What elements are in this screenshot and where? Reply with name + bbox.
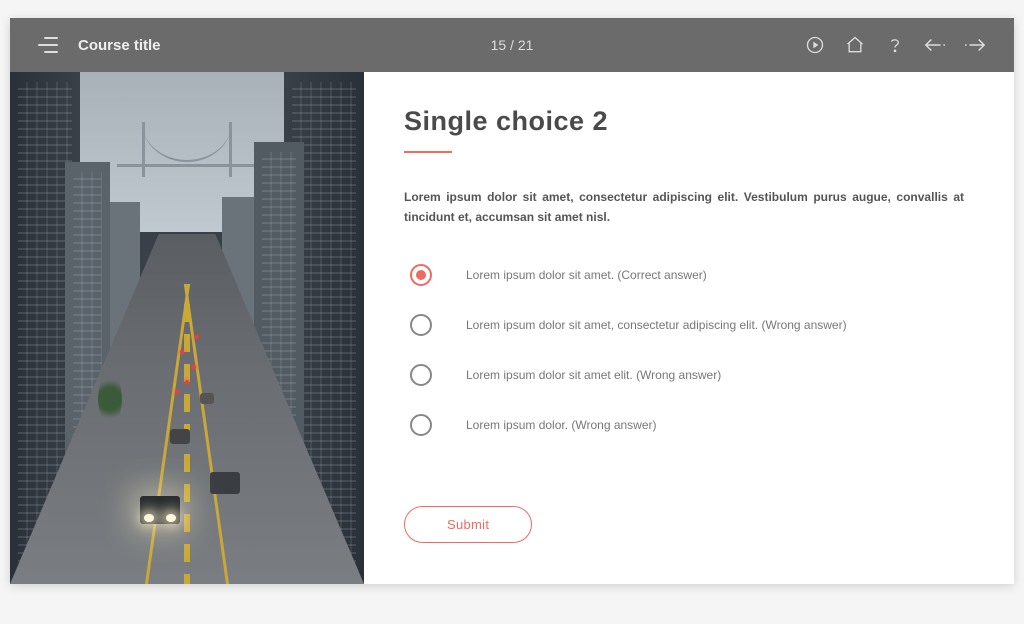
course-player: Course title 15 / 21 (10, 18, 1014, 584)
radio-icon (410, 264, 432, 286)
option-label: Lorem ipsum dolor. (Wrong answer) (466, 418, 657, 432)
option-1[interactable]: Lorem ipsum dolor sit amet. (Correct ans… (410, 264, 964, 286)
option-label: Lorem ipsum dolor sit amet. (Correct ans… (466, 268, 707, 282)
radio-icon (410, 364, 432, 386)
option-label: Lorem ipsum dolor sit amet elit. (Wrong … (466, 368, 721, 382)
home-icon[interactable] (844, 34, 866, 56)
question-title: Single choice 2 (404, 106, 964, 137)
radio-icon (410, 314, 432, 336)
option-2[interactable]: Lorem ipsum dolor sit amet, consectetur … (410, 314, 964, 336)
option-4[interactable]: Lorem ipsum dolor. (Wrong answer) (410, 414, 964, 436)
help-icon[interactable] (884, 34, 906, 56)
question-panel: Single choice 2 Lorem ipsum dolor sit am… (364, 72, 1014, 584)
slide-progress: 15 / 21 (491, 37, 534, 53)
option-3[interactable]: Lorem ipsum dolor sit amet elit. (Wrong … (410, 364, 964, 386)
replay-icon[interactable] (804, 34, 826, 56)
next-arrow-icon[interactable] (964, 34, 986, 56)
menu-icon[interactable] (38, 37, 58, 53)
content-area: Single choice 2 Lorem ipsum dolor sit am… (10, 72, 1014, 584)
prev-arrow-icon[interactable] (924, 34, 946, 56)
options-list: Lorem ipsum dolor sit amet. (Correct ans… (404, 264, 964, 436)
question-body: Lorem ipsum dolor sit amet, consectetur … (404, 187, 964, 228)
title-underline (404, 151, 452, 153)
header-bar: Course title 15 / 21 (10, 18, 1014, 72)
radio-icon (410, 414, 432, 436)
header-left: Course title (38, 37, 491, 54)
course-title: Course title (78, 37, 161, 54)
header-actions (533, 34, 986, 56)
slide-image (10, 72, 364, 584)
option-label: Lorem ipsum dolor sit amet, consectetur … (466, 318, 847, 332)
submit-button[interactable]: Submit (404, 506, 532, 543)
